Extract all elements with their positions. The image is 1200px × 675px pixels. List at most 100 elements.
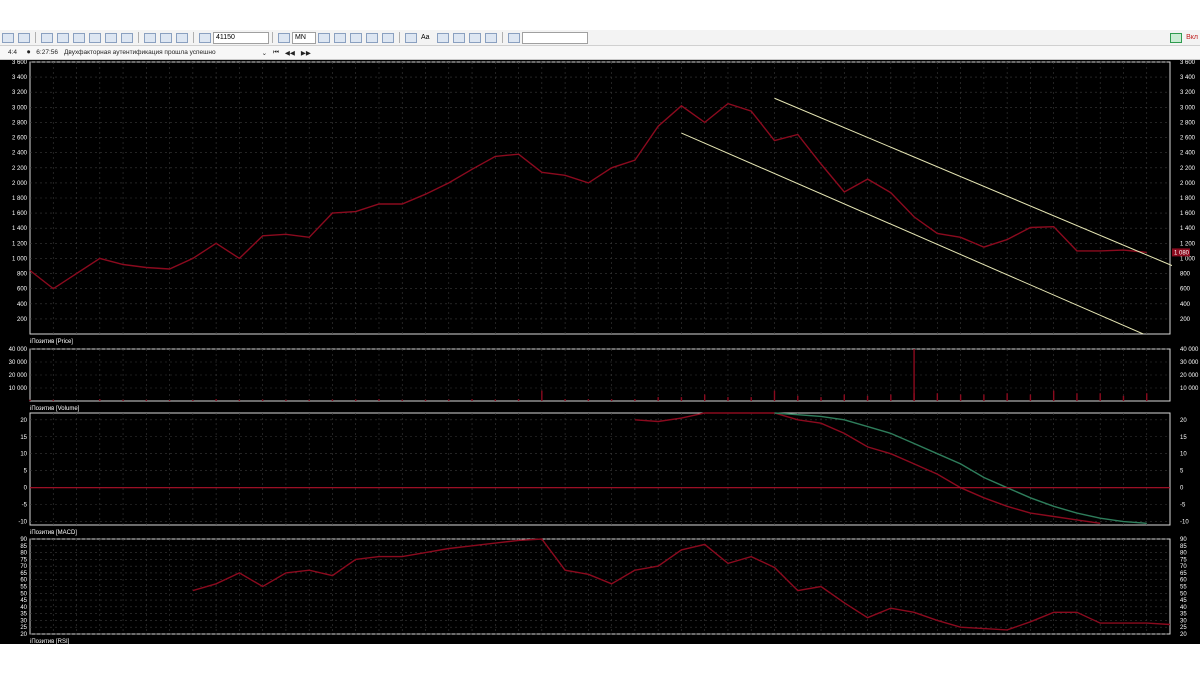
y-tick-label-right: 0 bbox=[1180, 486, 1184, 492]
y-tick-label-left: 3 400 bbox=[12, 75, 28, 81]
y-tick-label-right: 1 200 bbox=[1180, 241, 1196, 247]
toolbar-separator bbox=[35, 32, 36, 43]
y-tick-label-left: 2 600 bbox=[12, 136, 28, 142]
arrow-tool-icon[interactable] bbox=[2, 32, 14, 43]
y-tick-label-right: 40 000 bbox=[1180, 347, 1199, 353]
next-record-icon[interactable]: ▶▶ bbox=[301, 49, 311, 57]
indicator-icon[interactable] bbox=[176, 32, 188, 43]
y-tick-label-left: 2 200 bbox=[12, 166, 28, 172]
y-tick-label-left: 1 400 bbox=[12, 226, 28, 232]
series-line-0 bbox=[29, 102, 1147, 290]
y-tick-label-right: 15 bbox=[1180, 435, 1187, 441]
y-tick-label-left: 200 bbox=[17, 317, 28, 323]
info-icon: ⏺ bbox=[27, 48, 31, 56]
y-tick-label-left: 2 400 bbox=[12, 151, 28, 157]
chart-canvas[interactable]: 200 200400 400600 600800 8001 000 1 0001 200 1… bbox=[0, 60, 1200, 664]
y-tick-label-right: 3 000 bbox=[1180, 105, 1196, 111]
panel-title: iПозитив [RSI] bbox=[30, 639, 70, 644]
chart-panel-1: 10 000 10 000 20 000 20 000 30 000 30 000 40 0… bbox=[9, 347, 1199, 412]
y-tick-label-left: 3 600 bbox=[12, 60, 28, 66]
y-tick-label-left: 30 bbox=[20, 618, 27, 624]
magnet-icon[interactable] bbox=[485, 32, 497, 43]
enable-button[interactable]: Вкл bbox=[1184, 33, 1200, 43]
move-icon[interactable] bbox=[334, 32, 346, 43]
news-icon[interactable] bbox=[121, 32, 133, 43]
y-tick-label-right: 85 bbox=[1180, 544, 1187, 550]
y-tick-label-left: 3 000 bbox=[12, 105, 28, 111]
first-record-icon[interactable]: ⏮ bbox=[273, 49, 279, 57]
hand-icon[interactable] bbox=[382, 32, 394, 43]
text-style-button[interactable]: Aa bbox=[419, 33, 435, 43]
y-tick-label-right: 25 bbox=[1180, 625, 1187, 631]
orders-icon[interactable] bbox=[89, 32, 101, 43]
y-tick-label-right: 1 600 bbox=[1180, 211, 1196, 217]
timeframe-select[interactable]: MN bbox=[292, 31, 316, 44]
y-tick-label-left: 25 bbox=[20, 625, 27, 631]
y-tick-label-left: 45 bbox=[20, 598, 27, 604]
y-tick-label-right: 2 400 bbox=[1180, 151, 1196, 157]
search-icon[interactable] bbox=[508, 32, 520, 43]
status-dropdown-icon[interactable]: ⌄ bbox=[262, 49, 267, 57]
y-tick-label-right: 3 400 bbox=[1180, 75, 1196, 81]
y-tick-label-right: 60 bbox=[1180, 578, 1187, 584]
y-tick-label-right: 3 600 bbox=[1180, 60, 1196, 66]
panel-title: iПозитив [MACD] bbox=[30, 530, 77, 536]
status-bar: 4:4 ⏺ 6:27:56 Двухфакторная аутентификац… bbox=[0, 46, 1200, 60]
y-tick-label-right: 2 200 bbox=[1180, 166, 1196, 172]
portfolio-icon[interactable] bbox=[105, 32, 117, 43]
y-tick-label-left: 1 600 bbox=[12, 211, 28, 217]
instrument-icon[interactable] bbox=[199, 32, 211, 43]
y-tick-label-left: 85 bbox=[20, 544, 27, 550]
panel-frame bbox=[29, 412, 1171, 526]
y-tick-label-right: 1 000 bbox=[1180, 256, 1196, 262]
y-tick-label-left: 1 000 bbox=[12, 256, 28, 262]
search-input[interactable] bbox=[522, 31, 588, 44]
y-tick-label-left: 70 bbox=[20, 564, 27, 570]
y-tick-label-right: 20 000 bbox=[1180, 373, 1199, 379]
table-icon[interactable] bbox=[57, 32, 69, 43]
panel-title: iПозитив [Volume] bbox=[30, 406, 80, 412]
y-tick-label-left: 400 bbox=[17, 302, 28, 308]
y-tick-label-right: 30 bbox=[1180, 618, 1187, 624]
y-tick-label-left: 20 bbox=[20, 632, 27, 638]
fill-icon[interactable] bbox=[437, 32, 449, 43]
y-tick-label-right: 200 bbox=[1180, 317, 1191, 323]
y-tick-label-right: 800 bbox=[1180, 272, 1191, 278]
quotes-icon[interactable] bbox=[73, 32, 85, 43]
zoom-out-icon[interactable] bbox=[366, 32, 378, 43]
y-tick-label-left: 3 200 bbox=[12, 90, 28, 96]
status-message: Двухфакторная аутентификация прошла успе… bbox=[63, 49, 216, 56]
zoom-in-icon[interactable] bbox=[350, 32, 362, 43]
y-tick-label-right: 75 bbox=[1180, 557, 1187, 563]
y-tick-label-left: 0 bbox=[24, 486, 28, 492]
y-tick-label-right: 10 bbox=[1180, 452, 1187, 458]
check-icon[interactable] bbox=[1170, 32, 1183, 43]
text-tool-icon[interactable] bbox=[144, 32, 156, 43]
y-tick-label-right: 35 bbox=[1180, 612, 1187, 618]
y-tick-label-right: 90 bbox=[1180, 537, 1187, 543]
y-tick-label-left: 2 000 bbox=[12, 181, 28, 187]
window-icon[interactable] bbox=[41, 32, 53, 43]
main-toolbar: 41150 MN Aa Вкл bbox=[0, 30, 1200, 46]
prev-record-icon[interactable]: ◀◀ bbox=[285, 49, 295, 57]
y-tick-label-left: 15 bbox=[20, 435, 27, 441]
eye-icon[interactable] bbox=[469, 32, 481, 43]
chart-area[interactable]: 200 200 400 400 600 600 800 800 1 000 1 000 1 200 1… bbox=[0, 60, 1200, 664]
y-tick-label-left: -10 bbox=[18, 520, 27, 526]
crosshair-icon[interactable] bbox=[318, 32, 330, 43]
y-tick-label-right: 30 000 bbox=[1180, 360, 1199, 366]
eraser-icon[interactable] bbox=[453, 32, 465, 43]
candles-icon[interactable] bbox=[278, 32, 290, 43]
toolbar-separator bbox=[399, 32, 400, 43]
pencil-icon[interactable] bbox=[405, 32, 417, 43]
y-tick-label-left: 60 bbox=[20, 578, 27, 584]
y-tick-label-right: 2 000 bbox=[1180, 181, 1196, 187]
instrument-code-field[interactable]: 41150 bbox=[213, 31, 269, 44]
panel-title: iПозитив [Price] bbox=[30, 339, 73, 345]
y-tick-label-right: 45 bbox=[1180, 598, 1187, 604]
chart-panel-3: 20 2025 2530 3035 3540 4045 4550 5055 5560 6065 65… bbox=[20, 537, 1187, 645]
y-tick-label-left: 40 bbox=[20, 605, 27, 611]
y-tick-label-left: 10 bbox=[20, 452, 27, 458]
lock-icon[interactable] bbox=[160, 32, 172, 43]
chart-settings-icon[interactable] bbox=[18, 32, 30, 43]
